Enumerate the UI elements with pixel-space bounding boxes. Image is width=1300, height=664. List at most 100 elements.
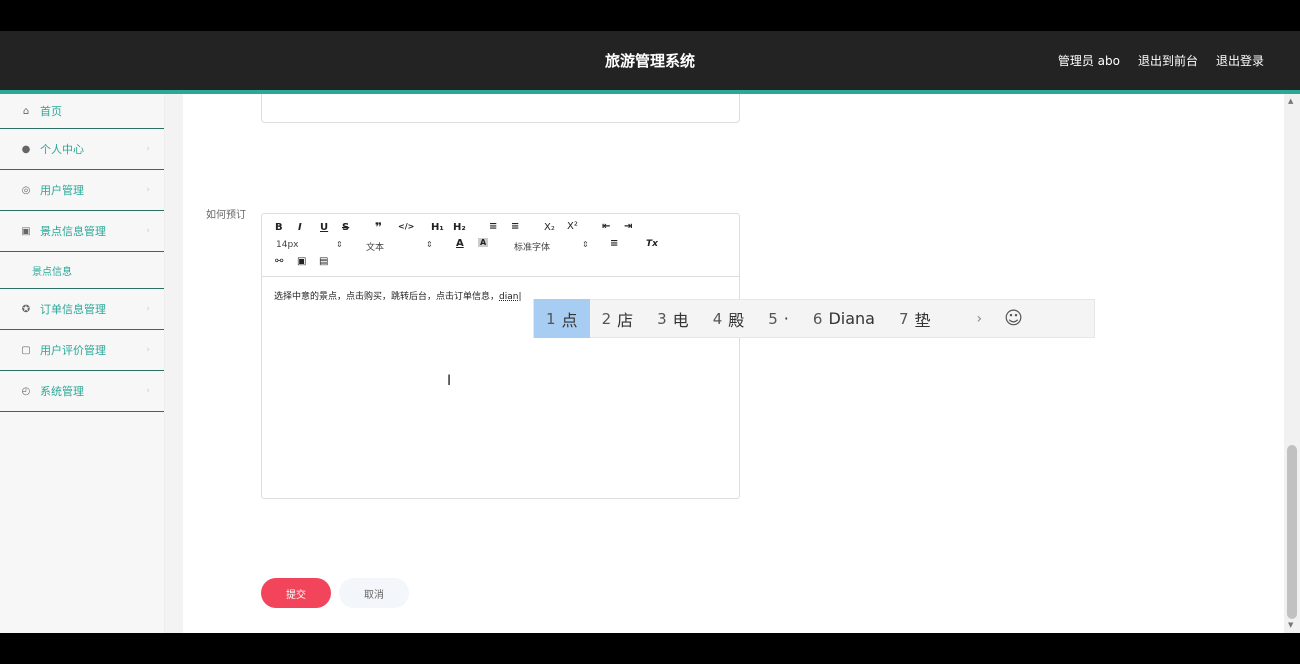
sidebar-item-label: 景点信息管理 <box>40 225 106 238</box>
font-color-button[interactable]: A <box>456 238 464 249</box>
outdent-button[interactable]: ⇤ <box>602 221 610 232</box>
home-icon: ⌂ <box>22 105 30 117</box>
ime-candidate[interactable]: 5 · <box>756 299 801 338</box>
logout-link[interactable]: 退出登录 <box>1216 52 1264 69</box>
ime-candidate[interactable]: 1 点 <box>534 299 590 338</box>
ime-candidate[interactable]: 2 店 <box>590 299 646 338</box>
background-color-button[interactable]: A <box>478 238 489 247</box>
candidate-text: 店 <box>617 310 634 330</box>
select-arrow-icon: ⇕ <box>426 240 433 249</box>
settings-icon: ◴ <box>21 385 31 397</box>
align-button[interactable]: ≡ <box>610 238 618 249</box>
bullet-list-button[interactable]: ≡ <box>511 221 519 232</box>
ime-candidate[interactable]: 7 垫 <box>887 299 943 338</box>
sidebar-item-scenic[interactable]: ▣ 景点信息管理 › <box>0 211 164 252</box>
font-size-select[interactable]: 14px ⇕ <box>276 240 346 250</box>
sidebar-item-reviews[interactable]: ▢ 用户评价管理 › <box>0 330 164 371</box>
block-format-value: 文本 <box>366 243 385 253</box>
candidate-number: 3 <box>657 309 667 328</box>
font-size-value: 14px <box>276 240 299 250</box>
main-viewport: ⌂ 首页 ● 个人中心 › ◎ 用户管理 › ▣ 景点信息管理 › 景点信息 ✪… <box>0 94 1300 633</box>
ordered-list-button[interactable]: ≡ <box>489 221 497 232</box>
candidate-number: 1 <box>546 309 556 328</box>
letterbox-bottom <box>0 633 1300 664</box>
text-cursor: | <box>518 292 522 302</box>
image-icon[interactable]: ▣ <box>297 256 306 267</box>
how-to-book-label: 如何预订 <box>206 210 246 221</box>
candidate-number: 6 <box>812 309 823 328</box>
ime-candidate[interactable]: 3 电 <box>645 299 701 338</box>
chevron-icon: › <box>146 386 150 396</box>
content-gutter <box>165 94 183 633</box>
cancel-button[interactable]: 取消 <box>339 578 409 608</box>
chevron-icon: › <box>146 345 150 355</box>
sidebar-item-orders[interactable]: ✪ 订单信息管理 › <box>0 289 164 330</box>
sidebar-item-home[interactable]: ⌂ 首页 <box>0 94 164 129</box>
italic-button[interactable]: I <box>298 222 302 233</box>
code-button[interactable]: </> <box>398 222 414 231</box>
user-icon: ● <box>21 143 31 155</box>
candidate-text: Diana <box>828 309 875 328</box>
editor-text-value: 选择中意的景点，点击购买，跳转后台，点击订单信息， <box>274 292 500 302</box>
sidebar-item-profile[interactable]: ● 个人中心 › <box>0 129 164 170</box>
bold-button[interactable]: B <box>275 222 283 233</box>
indent-button[interactable]: ⇥ <box>624 221 632 232</box>
sidebar-item-label: 系统管理 <box>40 385 84 398</box>
candidate-number: 4 <box>712 309 723 328</box>
scroll-down-icon[interactable]: ▼ <box>1288 621 1293 629</box>
sidebar: ⌂ 首页 ● 个人中心 › ◎ 用户管理 › ▣ 景点信息管理 › 景点信息 ✪… <box>0 94 165 633</box>
ime-candidate[interactable]: 4 殿 <box>701 299 757 338</box>
editor-toolbar: B I U S ❞ </> H₁ H₂ ≡ ≡ X₂ X² ⇤ ⇥ 14px ⇕… <box>262 214 739 277</box>
h2-button[interactable]: H₂ <box>453 222 466 233</box>
candidate-number: 7 <box>898 309 909 328</box>
submit-button[interactable]: 提交 <box>261 578 331 608</box>
candidate-text: 点 <box>561 310 578 330</box>
ime-candidate[interactable]: 6 Diana <box>801 299 887 338</box>
comment-icon: ▢ <box>21 344 31 356</box>
editor-content[interactable]: 选择中意的景点，点击购买，跳转后台，点击订单信息，dian| <box>274 289 522 302</box>
video-icon[interactable]: ▤ <box>319 256 328 267</box>
subscript-button[interactable]: X₂ <box>544 222 555 233</box>
chevron-icon: › <box>146 185 150 195</box>
font-family-value: 标准字体 <box>514 243 551 253</box>
candidate-text: 电 <box>672 310 689 330</box>
ime-composing-text: dian <box>499 292 519 302</box>
location-icon: ▣ <box>21 225 31 237</box>
sidebar-item-label: 首页 <box>40 105 62 118</box>
scroll-up-icon[interactable]: ▲ <box>1288 97 1293 105</box>
next-page-icon[interactable]: › <box>977 311 983 327</box>
vertical-scrollbar[interactable]: ▲ ▼ <box>1284 94 1300 633</box>
select-arrow-icon: ⇕ <box>582 240 589 249</box>
font-family-select[interactable]: 标准字体 ⇕ <box>514 240 589 253</box>
order-icon: ✪ <box>21 303 31 315</box>
strike-button[interactable]: S <box>342 222 349 233</box>
previous-field-box[interactable] <box>261 94 740 123</box>
quote-button[interactable]: ❞ <box>375 220 382 234</box>
select-arrow-icon: ⇕ <box>336 240 343 249</box>
sidebar-item-users[interactable]: ◎ 用户管理 › <box>0 170 164 211</box>
underline-button[interactable]: U <box>320 222 328 233</box>
block-format-select[interactable]: 文本 ⇕ <box>366 240 436 253</box>
clean-format-button[interactable]: Tx <box>646 239 658 249</box>
ime-candidate-bar: 1 点 2 店 3 电 4 殿 5 · 6 Diana 7 垫 › ☺ <box>533 299 1095 338</box>
h1-button[interactable]: H₁ <box>431 222 444 233</box>
users-icon: ◎ <box>21 184 31 196</box>
superscript-button[interactable]: X² <box>567 221 578 232</box>
candidate-text: 殿 <box>728 310 745 330</box>
sidebar-item-label: 用户管理 <box>40 184 84 197</box>
chevron-icon: › <box>146 144 150 154</box>
admin-label: 管理员 abo <box>1057 54 1120 68</box>
chevron-icon: › <box>146 226 150 236</box>
sidebar-item-label: 个人中心 <box>40 143 84 156</box>
scrollbar-thumb[interactable] <box>1287 445 1297 619</box>
sidebar-item-label: 订单信息管理 <box>40 303 106 316</box>
candidate-number: 5 <box>768 309 778 328</box>
sidebar-subitem-scenic-info[interactable]: 景点信息 <box>0 252 164 289</box>
to-frontend-link[interactable]: 退出到前台 <box>1138 52 1198 69</box>
rich-text-editor[interactable]: B I U S ❞ </> H₁ H₂ ≡ ≡ X₂ X² ⇤ ⇥ 14px ⇕… <box>261 213 740 499</box>
mouse-ibeam-cursor: I <box>447 373 452 389</box>
link-icon[interactable]: ⚯ <box>275 256 283 267</box>
emoji-icon[interactable]: ☺ <box>1004 308 1023 329</box>
sidebar-item-system[interactable]: ◴ 系统管理 › <box>0 371 164 412</box>
candidate-text: · <box>783 309 789 328</box>
